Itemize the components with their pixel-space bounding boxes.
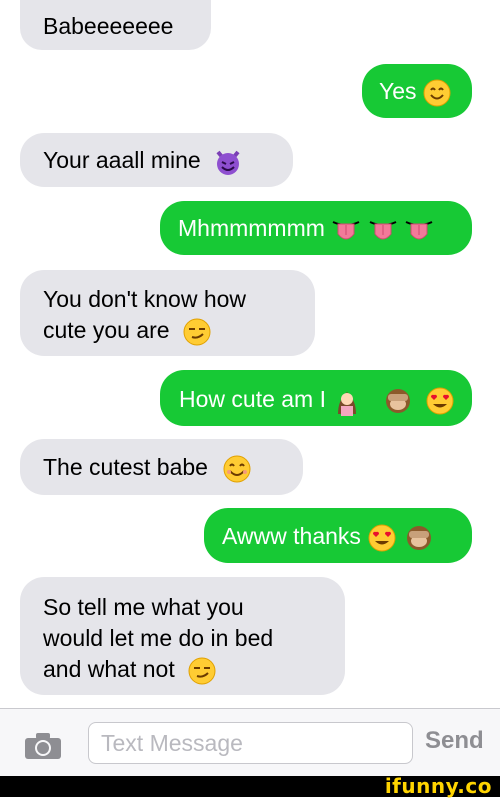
message-text: You don't know how (43, 286, 247, 312)
smirk-icon (187, 656, 217, 686)
see-no-evil-monkey-icon (404, 523, 434, 553)
message-text: Your aaall mine (43, 147, 201, 173)
ifunny-watermark: ifunny.co (384, 774, 492, 798)
message-text: Awww thanks (222, 523, 361, 549)
tongue-icon (404, 216, 434, 244)
camera-icon[interactable] (22, 731, 64, 761)
message-text: Babeeeeeee (43, 13, 174, 39)
information-desk-person-icon (332, 386, 362, 416)
message-composer: Send (0, 708, 500, 777)
message-bubble-received: The cutest babe (20, 439, 303, 495)
smiling-imp-icon (213, 147, 243, 177)
message-bubble-received: So tell me what you would let me do in b… (20, 577, 345, 695)
tongue-icon (368, 216, 398, 244)
see-no-evil-monkey-icon (383, 386, 413, 416)
smiling-face-icon (222, 454, 252, 484)
message-text: and what not (43, 656, 175, 682)
send-button[interactable]: Send (425, 727, 484, 755)
message-bubble-sent: Mhmmmmmm (160, 201, 472, 255)
message-text: How cute am I (179, 386, 326, 412)
smirk-icon (182, 317, 212, 347)
text-message-input[interactable] (88, 722, 413, 764)
message-text: Mhmmmmmm (178, 215, 325, 241)
heart-eyes-icon (425, 386, 455, 416)
message-bubble-received: You don't know how cute you are (20, 270, 315, 356)
message-text: cute you are (43, 317, 170, 343)
message-bubble-sent: Awww thanks (204, 508, 472, 563)
message-text: would let me do in bed (43, 625, 274, 651)
message-text: The cutest babe (43, 454, 208, 480)
message-bubble-received: Your aaall mine (20, 133, 293, 187)
message-bubble-received: Babeeeeeee (20, 0, 211, 50)
message-text: Yes (379, 78, 417, 104)
smiling-face-icon (423, 79, 451, 107)
message-bubble-sent: Yes (362, 64, 472, 118)
heart-eyes-icon (367, 523, 397, 553)
tongue-icon (331, 216, 361, 244)
watermark-bar: ifunny.co (0, 774, 500, 798)
message-bubble-sent: How cute am I (160, 370, 472, 426)
message-text: So tell me what you (43, 594, 244, 620)
